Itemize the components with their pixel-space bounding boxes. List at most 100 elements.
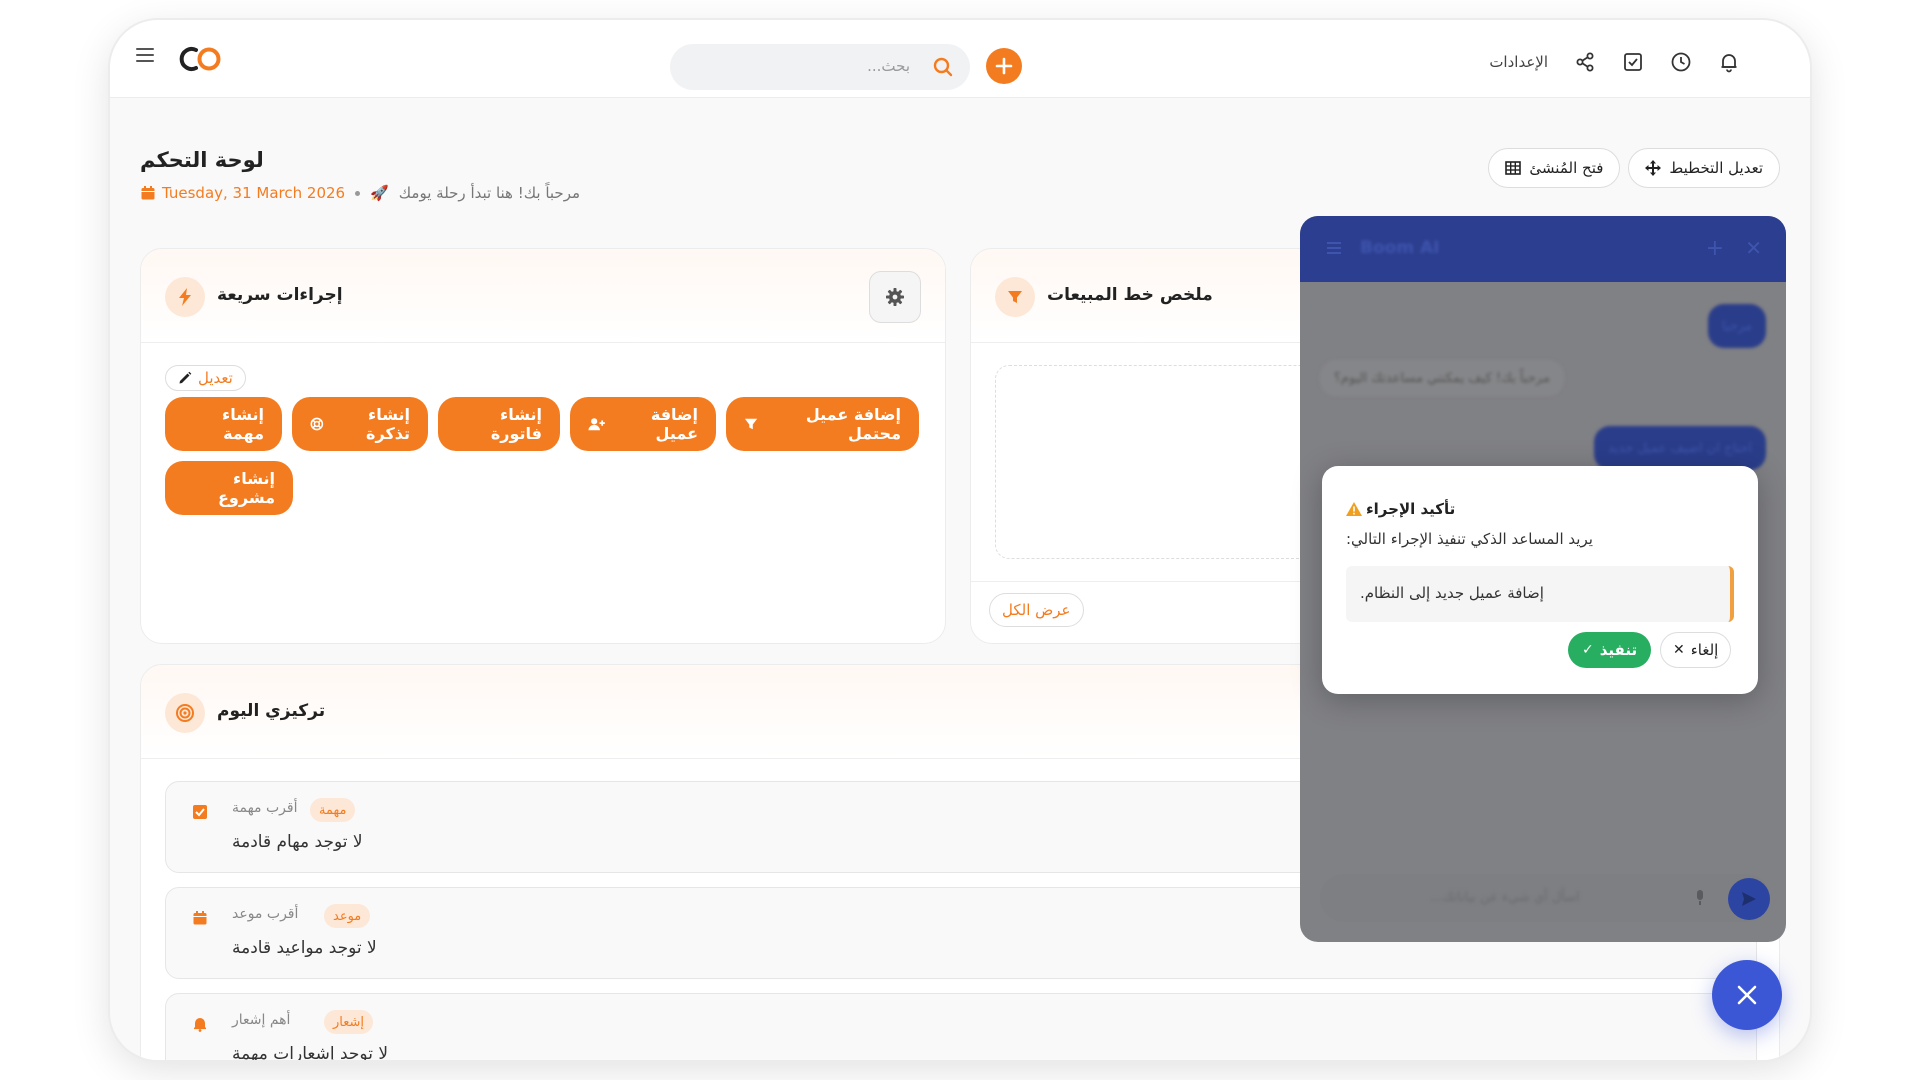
warning-icon [1346, 502, 1362, 516]
chat-title: Boom AI [1360, 238, 1440, 258]
funnel-icon [995, 277, 1035, 317]
target-icon [165, 693, 205, 733]
quick-actions-title: إجراءات سريعة [217, 285, 343, 305]
tasks-check-icon[interactable] [1622, 51, 1644, 73]
date-text: Tuesday, 31 March 2026 [162, 184, 346, 202]
page-subtitle: Tuesday, 31 March 2026 🚀 مرحباً بك! هنا … [140, 184, 580, 202]
search-box[interactable]: بحث... [670, 44, 970, 90]
status-badge: موعد [324, 904, 371, 928]
dialog-action-box: إضافة عميل جديد إلى النظام. [1346, 566, 1734, 622]
status-badge: إشعار [324, 1010, 374, 1034]
focus-row-text: لا توجد مهام قادمة [232, 832, 363, 852]
new-chat-icon[interactable]: + [1706, 236, 1724, 261]
edit-quick-actions-chip[interactable]: تعديل [165, 365, 246, 391]
dialog-title: تأكيد الإجراء [1346, 500, 1455, 518]
add-client-label: إضافة عميل [650, 405, 698, 443]
app-frame: بحث... الإعدادات لوحة التحكم Tuesday, 31… [110, 20, 1810, 1060]
lightning-icon [165, 277, 205, 317]
close-icon[interactable]: ✕ [1745, 236, 1762, 260]
grid-icon [1505, 161, 1522, 175]
chat-input[interactable]: اسأل أي شيء عن بياناتك... [1320, 874, 1770, 922]
send-button[interactable] [1728, 878, 1770, 920]
chat-input-placeholder: اسأل أي شيء عن بياناتك... [1430, 890, 1580, 905]
cancel-button[interactable]: إلغاء ✕ [1660, 632, 1732, 668]
close-icon: ✕ [1673, 642, 1685, 658]
menu-icon[interactable] [136, 48, 154, 62]
bell-icon [194, 1018, 206, 1032]
menu-icon[interactable] [1326, 240, 1342, 256]
search-icon [933, 57, 953, 77]
check-icon: ✓ [1582, 642, 1594, 658]
focus-row-text: لا توجد إشعارات مهمة [232, 1044, 389, 1060]
create-ticket-label: إنشاء تذكرة [366, 405, 410, 443]
chat-message-user: احتاج ان اضيف عميل جديد [1594, 426, 1766, 470]
top-bar: بحث... الإعدادات [110, 20, 1810, 98]
focus-row-label: أقرب موعد [232, 906, 299, 922]
settings-link[interactable]: الإعدادات [1489, 53, 1548, 71]
chat-header: Boom AI + ✕ [1300, 216, 1786, 282]
calendar-icon [141, 186, 155, 200]
greeting-text: مرحباً بك! هنا تبدأ رحلة يومك [398, 184, 581, 202]
microphone-icon[interactable] [1694, 889, 1706, 907]
sales-pipeline-title: ملخص خط المبيعات [1047, 285, 1213, 305]
edit-layout-button[interactable]: تعديل التخطيط [1628, 148, 1780, 188]
create-invoice-button[interactable]: إنشاء فاتورة [438, 397, 560, 451]
page-title: لوحة التحكم [140, 148, 264, 172]
rocket-icon: 🚀 [370, 184, 389, 202]
dialog-title-text: تأكيد الإجراء [1366, 500, 1456, 518]
user-plus-icon [588, 418, 605, 431]
checkbox-icon [193, 805, 207, 819]
date-display: Tuesday, 31 March 2026 [140, 184, 345, 202]
add-lead-button[interactable]: إضافة عميل محتمل [726, 397, 919, 451]
execute-label: تنفيذ [1599, 641, 1638, 659]
gear-icon [886, 288, 904, 306]
focus-row-text: لا توجد مواعيد قادمة [232, 938, 377, 958]
pencil-icon [179, 371, 192, 384]
share-icon[interactable] [1574, 51, 1596, 73]
edit-chip-label: تعديل [198, 369, 233, 387]
open-builder-button[interactable]: فتح المُنشئ [1488, 148, 1621, 188]
app-logo [179, 47, 221, 71]
clock-icon[interactable] [1670, 51, 1692, 73]
chat-close-fab[interactable] [1712, 960, 1782, 1030]
funnel-icon [744, 418, 758, 430]
quick-actions-card: إجراءات سريعة تعديل إضافة عميل محتمل إضا… [140, 248, 946, 644]
confirm-action-dialog: تأكيد الإجراء يريد المساعد الذكي تنفيذ ا… [1322, 466, 1758, 694]
focus-row-notification[interactable]: أهم إشعار إشعار لا توجد إشعارات مهمة [165, 993, 1757, 1060]
support-ring-icon [310, 417, 324, 431]
view-all-button[interactable]: عرض الكل [989, 593, 1084, 627]
bell-icon[interactable] [1718, 51, 1740, 73]
create-ticket-button[interactable]: إنشاء تذكرة [292, 397, 428, 451]
dialog-action-text: إضافة عميل جديد إلى النظام. [1360, 584, 1544, 602]
focus-row-label: أقرب مهمة [232, 800, 298, 816]
cancel-label: إلغاء [1690, 641, 1719, 659]
open-builder-label: فتح المُنشئ [1529, 159, 1604, 177]
separator-dot [355, 190, 361, 196]
view-all-label: عرض الكل [1002, 601, 1071, 619]
create-task-button[interactable]: إنشاء مهمة [165, 397, 282, 451]
move-icon [1645, 160, 1662, 176]
edit-layout-label: تعديل التخطيط [1669, 159, 1763, 177]
quick-actions-settings-button[interactable] [869, 271, 921, 323]
top-actions: الإعدادات [1489, 44, 1740, 80]
create-task-label: إنشاء مهمة [222, 405, 264, 443]
plus-icon [995, 57, 1013, 75]
send-icon [1742, 892, 1756, 906]
close-icon [1737, 985, 1757, 1005]
focus-title: تركيزي اليوم [217, 701, 326, 721]
status-badge: مهمة [310, 798, 356, 822]
quick-add-button[interactable] [986, 48, 1022, 84]
execute-button[interactable]: تنفيذ ✓ [1568, 632, 1652, 668]
search-placeholder: بحث... [867, 57, 910, 75]
layout-buttons: فتح المُنشئ تعديل التخطيط [1488, 148, 1780, 188]
dialog-message: يريد المساعد الذكي تنفيذ الإجراء التالي: [1346, 530, 1593, 548]
create-project-button[interactable]: إنشاء مشروع [165, 461, 293, 515]
create-invoice-label: إنشاء فاتورة [490, 405, 542, 443]
add-lead-label: إضافة عميل محتمل [805, 405, 901, 443]
chat-message-user: مرحبا [1707, 304, 1766, 348]
add-client-button[interactable]: إضافة عميل [570, 397, 716, 451]
quick-actions-header: إجراءات سريعة [141, 249, 945, 343]
calendar-icon [193, 911, 207, 925]
chat-message-ai: مرحباً بك! كيف يمكنني مساعدتك اليوم؟ [1320, 360, 1564, 396]
create-project-label: إنشاء مشروع [217, 469, 275, 507]
